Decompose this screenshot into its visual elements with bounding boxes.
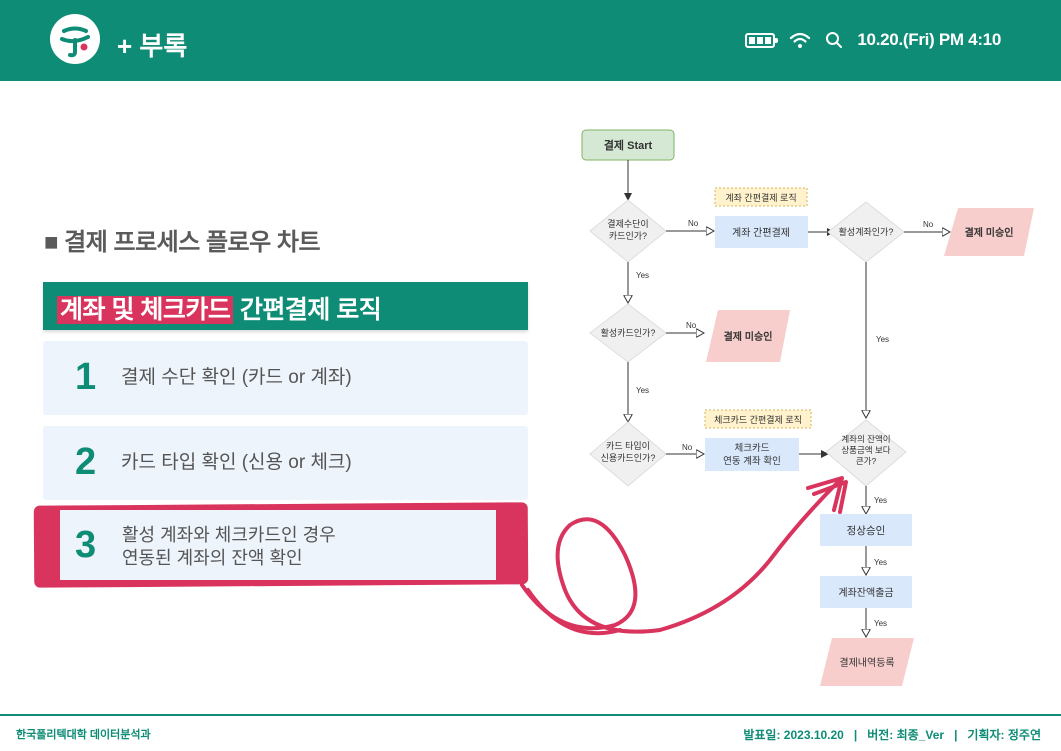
callout-arrow	[520, 476, 848, 636]
footer-organization: 한국폴리텍대학 데이터분석과	[16, 729, 151, 741]
footer-meta: 발표일: 2023.10.20 | 버전: 최종_Ver | 기획자: 정주연	[743, 728, 1041, 742]
footer-divider	[0, 714, 1061, 716]
